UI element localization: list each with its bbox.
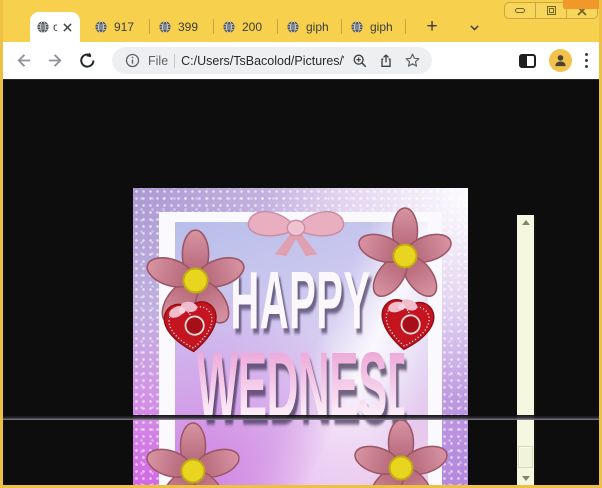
- flower-icon: [351, 418, 451, 488]
- forward-icon: [46, 51, 65, 70]
- close-button-highlight: [563, 0, 602, 9]
- address-divider: [174, 54, 175, 68]
- scrollbar-track[interactable]: [517, 215, 534, 485]
- side-panel-button[interactable]: [519, 54, 536, 68]
- tab-label: giph: [306, 20, 334, 34]
- minimize-button[interactable]: [505, 3, 535, 18]
- tab-giph-1[interactable]: giph: [278, 12, 342, 42]
- address-bar[interactable]: File C:/Users/TsBacolod/Pictures/W...: [112, 47, 432, 74]
- scroll-up-button[interactable]: [517, 215, 534, 229]
- flower-icon: [355, 206, 455, 306]
- forward-button[interactable]: [44, 50, 66, 72]
- person-icon: [553, 53, 568, 68]
- maximize-button[interactable]: [535, 3, 566, 18]
- zoom-in-icon: [352, 53, 368, 69]
- flower-icon: [143, 421, 243, 488]
- tab-399[interactable]: 399: [150, 12, 214, 42]
- tab-label: 200: [242, 20, 270, 34]
- back-button[interactable]: [12, 50, 34, 72]
- globe-favicon-icon: [286, 20, 300, 34]
- new-tab-button[interactable]: +: [420, 15, 444, 39]
- back-icon: [14, 51, 33, 70]
- tab-label: 399: [178, 20, 206, 34]
- toolbar-right-cluster: [519, 49, 590, 72]
- star-icon: [404, 52, 421, 69]
- toolbar: File C:/Users/TsBacolod/Pictures/W...: [0, 42, 602, 80]
- triangle-down-icon: [522, 476, 530, 481]
- tab-label: giph: [370, 20, 398, 34]
- content-area: HAPPY WEDNESDAY: [3, 80, 599, 485]
- minimize-icon: [515, 8, 525, 13]
- close-icon: [63, 23, 72, 32]
- address-path: C:/Users/TsBacolod/Pictures/W...: [181, 54, 344, 68]
- triangle-up-icon: [522, 220, 530, 225]
- globe-favicon-icon: [94, 20, 108, 34]
- bookmark-button[interactable]: [402, 51, 422, 71]
- tab-active[interactable]: c: [30, 12, 80, 42]
- greeting-card-image[interactable]: HAPPY WEDNESDAY: [133, 188, 468, 488]
- scroll-thumb[interactable]: [518, 446, 533, 468]
- info-icon[interactable]: [122, 51, 142, 71]
- globe-favicon-icon: [36, 20, 50, 34]
- globe-favicon-icon: [158, 20, 172, 34]
- tab-search-button[interactable]: [462, 15, 486, 39]
- reload-icon: [78, 51, 97, 70]
- tab-label: 917: [114, 20, 142, 34]
- protocol-label: File: [148, 54, 168, 68]
- titlebar: c 917 399 200 giph: [0, 0, 602, 42]
- menu-button[interactable]: [585, 53, 588, 68]
- bow-icon: [237, 202, 355, 260]
- zoom-in-button[interactable]: [350, 51, 370, 71]
- share-icon: [378, 53, 394, 69]
- scroll-down-button[interactable]: [517, 471, 534, 485]
- profile-avatar[interactable]: [549, 49, 572, 72]
- browser-window: c 917 399 200 giph: [0, 0, 602, 488]
- glitch-line: [3, 415, 599, 420]
- tab-917[interactable]: 917: [86, 12, 150, 42]
- tab-200[interactable]: 200: [214, 12, 278, 42]
- reload-button[interactable]: [76, 50, 98, 72]
- tab-close-button[interactable]: [60, 20, 74, 34]
- share-button[interactable]: [376, 51, 396, 71]
- bow-icon: [249, 482, 357, 488]
- tab-label: c: [53, 20, 57, 34]
- maximize-icon: [547, 6, 556, 15]
- globe-favicon-icon: [222, 20, 236, 34]
- chevron-down-icon: [468, 21, 481, 34]
- heart-icon: [156, 293, 226, 359]
- tab-giph-2[interactable]: giph: [342, 12, 406, 42]
- globe-favicon-icon: [350, 20, 364, 34]
- heart-icon: [372, 290, 443, 357]
